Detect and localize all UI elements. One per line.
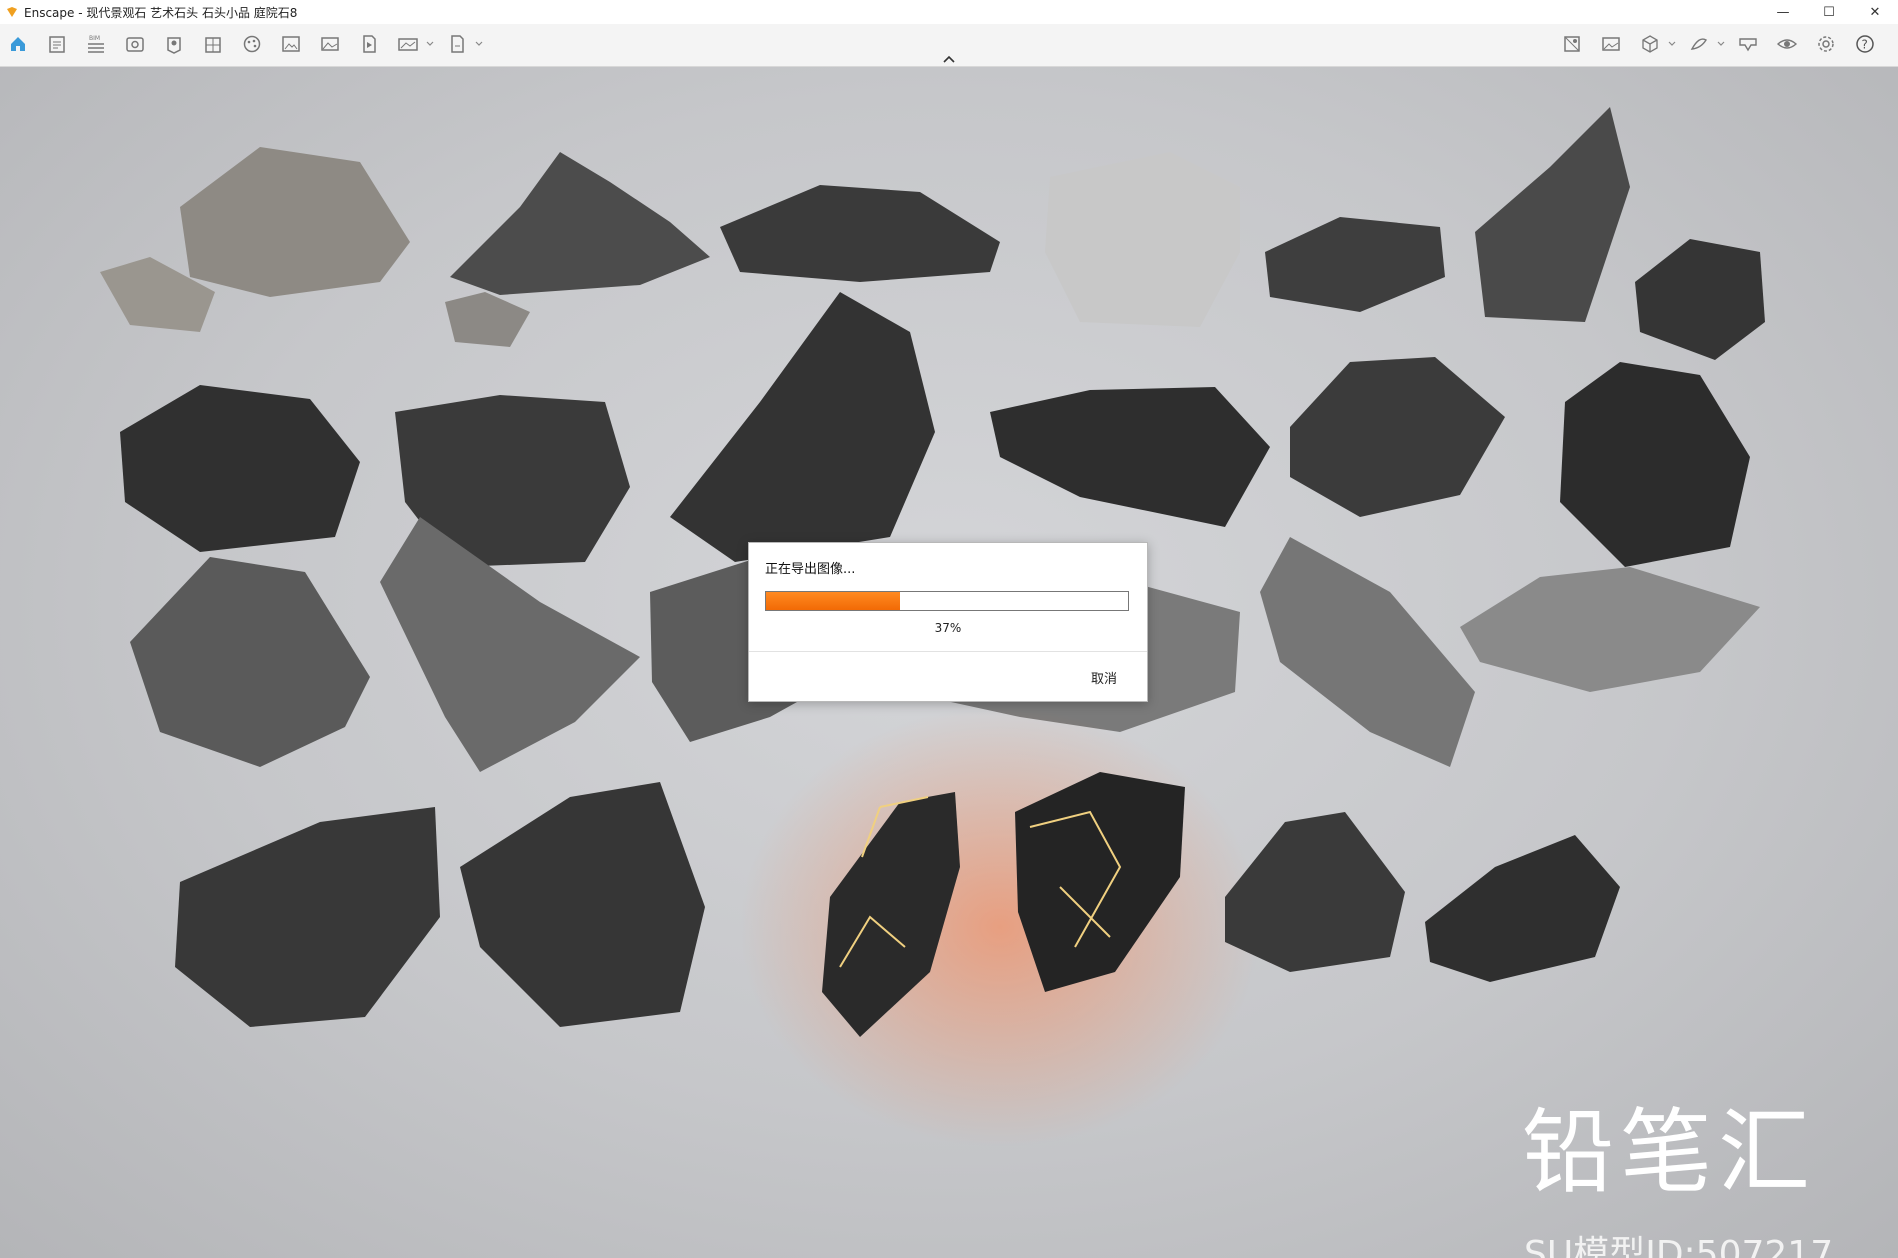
video-export-icon[interactable] [355, 30, 383, 58]
vr-icon[interactable] [1734, 30, 1762, 58]
building-icon[interactable] [199, 30, 227, 58]
map-pin-icon[interactable] [160, 30, 188, 58]
panorama-icon[interactable] [394, 30, 422, 58]
sun-dropdown-chevron-icon[interactable] [1716, 41, 1726, 47]
settings-icon[interactable] [1812, 30, 1840, 58]
material-icon[interactable] [1558, 30, 1586, 58]
home-icon[interactable] [4, 30, 32, 58]
progress-bar-fill [766, 592, 900, 610]
cube-dropdown-chevron-icon[interactable] [1667, 41, 1677, 47]
cancel-button[interactable]: 取消 [1091, 668, 1117, 687]
window-title: Enscape - 现代景观石 艺术石头 石头小品 庭院石8 [24, 5, 298, 20]
rock-row-2 [120, 292, 1750, 567]
rock-row-4 [175, 707, 1620, 1147]
minimize-button[interactable]: — [1760, 0, 1806, 24]
title-bar: Enscape - 现代景观石 艺术石头 石头小品 庭院石8 — ☐ ✕ [0, 0, 1898, 24]
export-dropdown-chevron-icon[interactable] [474, 41, 484, 47]
model-id-caption: SU模型ID:507217 [1524, 1234, 1834, 1258]
eye-icon[interactable] [121, 30, 149, 58]
document-icon[interactable] [43, 30, 71, 58]
panorama-dropdown-chevron-icon[interactable] [425, 41, 435, 47]
image-icon[interactable] [316, 30, 344, 58]
toolbar: BIM ? [0, 24, 1898, 67]
palette-icon[interactable] [238, 30, 266, 58]
view-icon[interactable] [1597, 30, 1625, 58]
visibility-icon[interactable] [1773, 30, 1801, 58]
dialog-divider [749, 651, 1147, 652]
svg-text:BIM: BIM [89, 35, 100, 42]
collapse-toolbar-chevron-icon[interactable] [940, 54, 958, 64]
progress-percentage: 37% [934, 621, 962, 635]
svg-text:?: ? [1862, 38, 1868, 52]
bim-icon[interactable]: BIM [82, 30, 110, 58]
cube-icon[interactable] [1636, 30, 1664, 58]
maximize-button[interactable]: ☐ [1806, 0, 1852, 24]
image-export-icon[interactable] [277, 30, 305, 58]
close-button[interactable]: ✕ [1852, 0, 1898, 24]
rock-row-1 [100, 107, 1765, 360]
brand-watermark: 铅笔汇 [1522, 1099, 1817, 1206]
progress-bar [765, 591, 1129, 611]
batch-export-icon[interactable] [443, 30, 471, 58]
enscape-logo-icon [7, 7, 17, 17]
sun-icon[interactable] [1685, 30, 1713, 58]
help-icon[interactable]: ? [1851, 30, 1879, 58]
export-progress-dialog: 正在导出图像... 37% 取消 [748, 542, 1148, 702]
dialog-title: 正在导出图像... [765, 562, 856, 577]
